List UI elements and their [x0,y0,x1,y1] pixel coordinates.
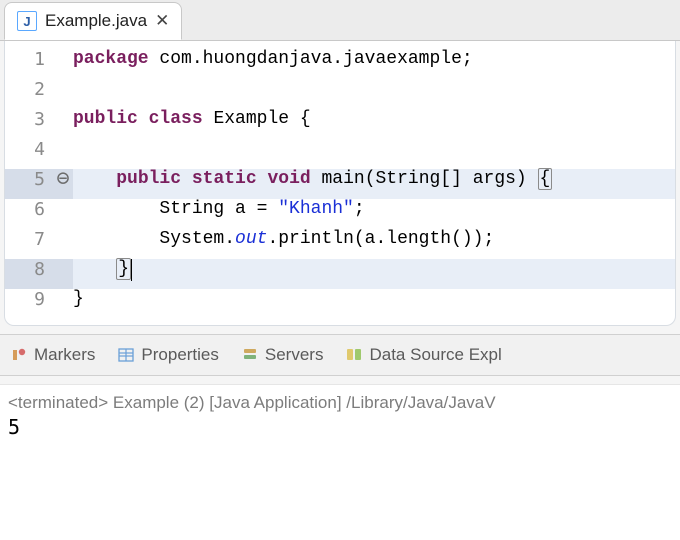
gutter-annotation [53,79,73,109]
console-process-status: <terminated> Example (2) [Java Applicati… [8,393,672,413]
code-editor[interactable]: 1 package com.huongdanjava.javaexample; … [4,41,676,326]
gutter-annotation [53,199,73,229]
gutter-annotation [53,109,73,139]
servers-icon [241,346,259,364]
gutter-annotation [53,139,73,169]
line-number: 9 [5,289,53,319]
data-source-icon [345,346,363,364]
line-number: 8 [5,259,53,289]
console-output: 5 [8,413,672,439]
markers-icon [10,346,28,364]
tab-filename: Example.java [45,11,147,31]
code-line: 3 public class Example { [5,109,675,139]
views-tab-bar: Markers Properties Servers Data Source E… [0,334,680,376]
code-text: String a = "Khanh"; [73,199,675,229]
markers-view-tab[interactable]: Markers [10,345,95,365]
bracket-highlight: } [116,258,131,280]
line-number: 3 [5,109,53,139]
line-number: 5 [5,169,53,199]
view-label: Markers [34,345,95,365]
view-label: Properties [141,345,218,365]
code-text: } [73,259,675,289]
eclipse-window: { "tab": { "filename": "Example.java", "… [0,0,680,540]
properties-view-tab[interactable]: Properties [117,345,218,365]
view-label: Servers [265,345,324,365]
code-text: package com.huongdanjava.javaexample; [73,49,675,79]
gutter-annotation [53,229,73,259]
line-number: 4 [5,139,53,169]
code-line: 1 package com.huongdanjava.javaexample; [5,49,675,79]
editor-tab[interactable]: J Example.java ✕ [4,2,182,40]
data-source-explorer-tab[interactable]: Data Source Expl [345,345,501,365]
code-line: 5 ⊖ public static void main(String[] arg… [5,169,675,199]
code-text: System.out.println(a.length()); [73,229,675,259]
line-number: 2 [5,79,53,109]
gutter-annotation [53,289,73,319]
code-line: 4 [5,139,675,169]
code-line: 7 System.out.println(a.length()); [5,229,675,259]
code-line: 9 } [5,289,675,319]
line-number: 6 [5,199,53,229]
bracket-highlight: { [538,168,553,190]
code-text: public class Example { [73,109,675,139]
editor-tab-bar: J Example.java ✕ [0,0,680,41]
close-icon[interactable]: ✕ [155,11,169,31]
line-number: 1 [5,49,53,79]
code-text [73,139,675,169]
line-number: 7 [5,229,53,259]
code-line: 8 } [5,259,675,289]
code-text: } [73,289,675,319]
properties-icon [117,346,135,364]
fold-toggle-icon[interactable]: ⊖ [53,169,73,199]
code-line: 6 String a = "Khanh"; [5,199,675,229]
gutter-annotation [53,259,73,289]
code-text: public static void main(String[] args) { [73,169,675,199]
servers-view-tab[interactable]: Servers [241,345,324,365]
console-view: <terminated> Example (2) [Java Applicati… [0,384,680,540]
java-file-icon: J [17,11,37,31]
code-text [73,79,675,109]
gutter-annotation [53,49,73,79]
code-line: 2 [5,79,675,109]
view-label: Data Source Expl [369,345,501,365]
text-cursor [131,259,132,281]
